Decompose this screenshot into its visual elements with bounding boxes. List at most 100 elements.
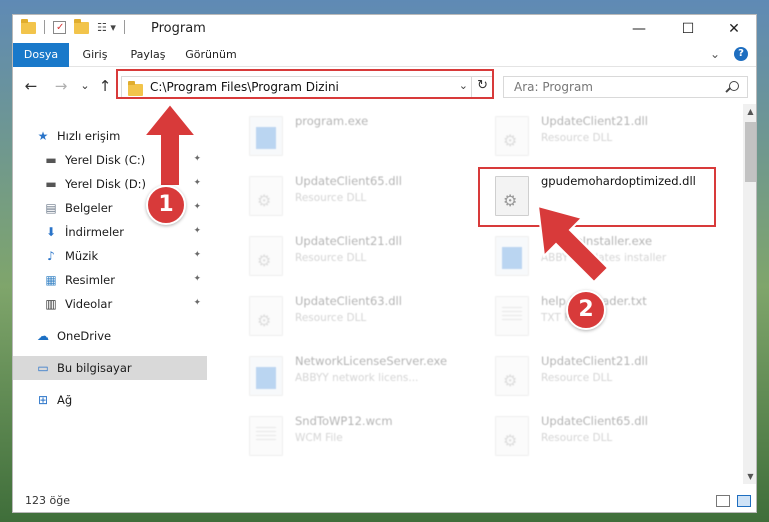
sidebar-item[interactable]: ▭ Bu bilgisayar [13, 356, 207, 380]
exe-file-icon [249, 116, 283, 156]
sidebar-item-label: Belgeler [65, 201, 113, 215]
scroll-thumb[interactable] [745, 122, 756, 182]
expand-ribbon-icon[interactable]: ⌄ [710, 47, 720, 61]
documents-icon: ▤ [45, 201, 57, 215]
pin-icon[interactable]: ✦ [193, 298, 201, 308]
dll-file-icon [249, 176, 283, 216]
file-item[interactable]: program.exe [239, 110, 479, 166]
file-description: ABBYY network licens... [295, 372, 419, 384]
sidebar-item-label: Yerel Disk (C:) [65, 153, 146, 167]
file-item[interactable]: NetworkLicenseServer.exe ABBYY network li… [239, 350, 479, 406]
sidebar-item-label: Ağ [57, 393, 73, 407]
tab-share[interactable]: Paylaş [123, 43, 173, 67]
customize-toolbar-icon[interactable]: ☷ ▾ [97, 21, 116, 34]
file-description: Resource DLL [541, 432, 613, 444]
sidebar-item-label: İndirmeler [65, 225, 124, 239]
pin-icon[interactable]: ✦ [193, 274, 201, 284]
ribbon-tabs: Dosya Giriş Paylaş Görünüm ⌄ ? [13, 43, 756, 67]
scroll-up-button[interactable]: ▲ [743, 104, 756, 119]
file-item[interactable]: UpdateClient21.dll Resource DLL [239, 230, 479, 286]
file-name: UpdateClient21.dll [295, 234, 402, 248]
dll-file-icon [249, 296, 283, 336]
exe-file-icon [495, 236, 529, 276]
file-description: Resource DLL [295, 192, 367, 204]
download-icon: ⬇ [45, 225, 57, 239]
item-count: 123 öğe [25, 494, 70, 507]
network-icon: ⊞ [37, 393, 49, 407]
music-icon: ♪ [47, 249, 55, 263]
details-view-icon[interactable] [716, 495, 730, 507]
file-list: program.exe UpdateClient21.dll Resource DL… [225, 104, 741, 484]
pin-icon[interactable]: ✦ [193, 250, 201, 260]
file-name: NetworkLicenseServer.exe [295, 354, 448, 368]
sidebar-item-label: Videolar [65, 297, 113, 311]
file-description: Resource DLL [295, 252, 367, 264]
pictures-icon: ▦ [45, 273, 57, 287]
callout-step-2: 2 [566, 290, 606, 330]
tab-file[interactable]: Dosya [13, 43, 69, 67]
file-item[interactable]: UpdateClient21.dll Resource DLL [485, 350, 725, 406]
cloud-icon: ☁ [37, 329, 49, 343]
file-item[interactable]: UpdateClient63.dll Resource DLL [239, 290, 479, 346]
sidebar-item-label: Hızlı erişim [57, 129, 121, 143]
sidebar-item[interactable]: ▥ Videolar ✦ [13, 292, 207, 316]
pin-icon[interactable]: ✦ [193, 202, 201, 212]
status-bar: 123 öğe [13, 489, 756, 512]
sidebar-item-label: Müzik [65, 249, 99, 263]
toolbar-divider [44, 20, 45, 34]
file-item[interactable]: UpdateClient65.dll Resource DLL [485, 410, 725, 466]
close-button[interactable]: ✕ [711, 15, 756, 43]
file-name: UpdateClient65.dll [295, 174, 402, 188]
tab-view[interactable]: Görünüm [179, 43, 243, 67]
maximize-button[interactable]: ☐ [665, 15, 711, 43]
scroll-down-button[interactable]: ▼ [743, 469, 756, 484]
dll-file-icon [249, 236, 283, 276]
forward-button[interactable]: → [51, 76, 71, 96]
up-button[interactable]: ↑ [95, 76, 115, 96]
video-icon: ▥ [45, 297, 57, 311]
file-description: Resource DLL [541, 132, 613, 144]
computer-icon: ▭ [37, 361, 49, 375]
file-item[interactable]: UpdateClient65.dll Resource DLL [239, 170, 479, 226]
sidebar-item[interactable]: ▦ Resimler ✦ [13, 268, 207, 292]
vertical-scrollbar[interactable]: ▲ ▼ [743, 104, 756, 484]
back-button[interactable]: ← [21, 76, 41, 96]
file-item[interactable]: UpdateClient21.dll Resource DLL [485, 110, 725, 166]
help-icon[interactable]: ? [734, 47, 748, 61]
file-description: WCM File [295, 432, 343, 444]
callout-step-1: 1 [146, 185, 186, 225]
sidebar-item[interactable]: ☁ OneDrive [13, 324, 207, 348]
minimize-button[interactable]: — [616, 15, 662, 43]
search-input[interactable]: Ara: Program [514, 80, 593, 94]
dll-file-icon [495, 116, 529, 156]
file-name: UpdateClient65.dll [541, 414, 648, 428]
tab-home[interactable]: Giriş [75, 43, 115, 67]
text-file-icon [249, 416, 283, 456]
arrow-up-icon [141, 102, 199, 187]
quick-access-toolbar: ✓ ☷ ▾ [21, 19, 133, 34]
pin-icon[interactable]: ✦ [193, 226, 201, 236]
search-icon[interactable] [729, 81, 739, 91]
search-box[interactable]: Ara: Program [503, 76, 748, 98]
dll-file-icon [495, 356, 529, 396]
text-file-icon [495, 296, 529, 336]
sidebar-item[interactable]: ⊞ Ağ [13, 388, 207, 412]
properties-icon[interactable]: ✓ [53, 20, 66, 34]
file-description: Resource DLL [295, 312, 367, 324]
exe-file-icon [249, 356, 283, 396]
sidebar-item-label: Bu bilgisayar [57, 361, 132, 375]
file-name: SndToWP12.wcm [295, 414, 393, 428]
ribbon-controls: ⌄ ? [710, 47, 748, 61]
large-icons-view-icon[interactable] [737, 495, 751, 507]
sidebar-item-label: Resimler [65, 273, 115, 287]
sidebar-item[interactable]: ♪ Müzik ✦ [13, 244, 207, 268]
recent-locations-button[interactable]: ⌄ [75, 76, 95, 96]
drive-icon: ▬ [45, 177, 57, 191]
file-name: program.exe [295, 114, 369, 128]
star-icon: ★ [37, 129, 49, 143]
sidebar-item[interactable]: ⬇ İndirmeler ✦ [13, 220, 207, 244]
drive-icon: ▬ [45, 153, 57, 167]
new-folder-icon[interactable] [74, 19, 89, 34]
sidebar-item-label: Yerel Disk (D:) [65, 177, 147, 191]
file-item[interactable]: SndToWP12.wcm WCM File [239, 410, 479, 466]
